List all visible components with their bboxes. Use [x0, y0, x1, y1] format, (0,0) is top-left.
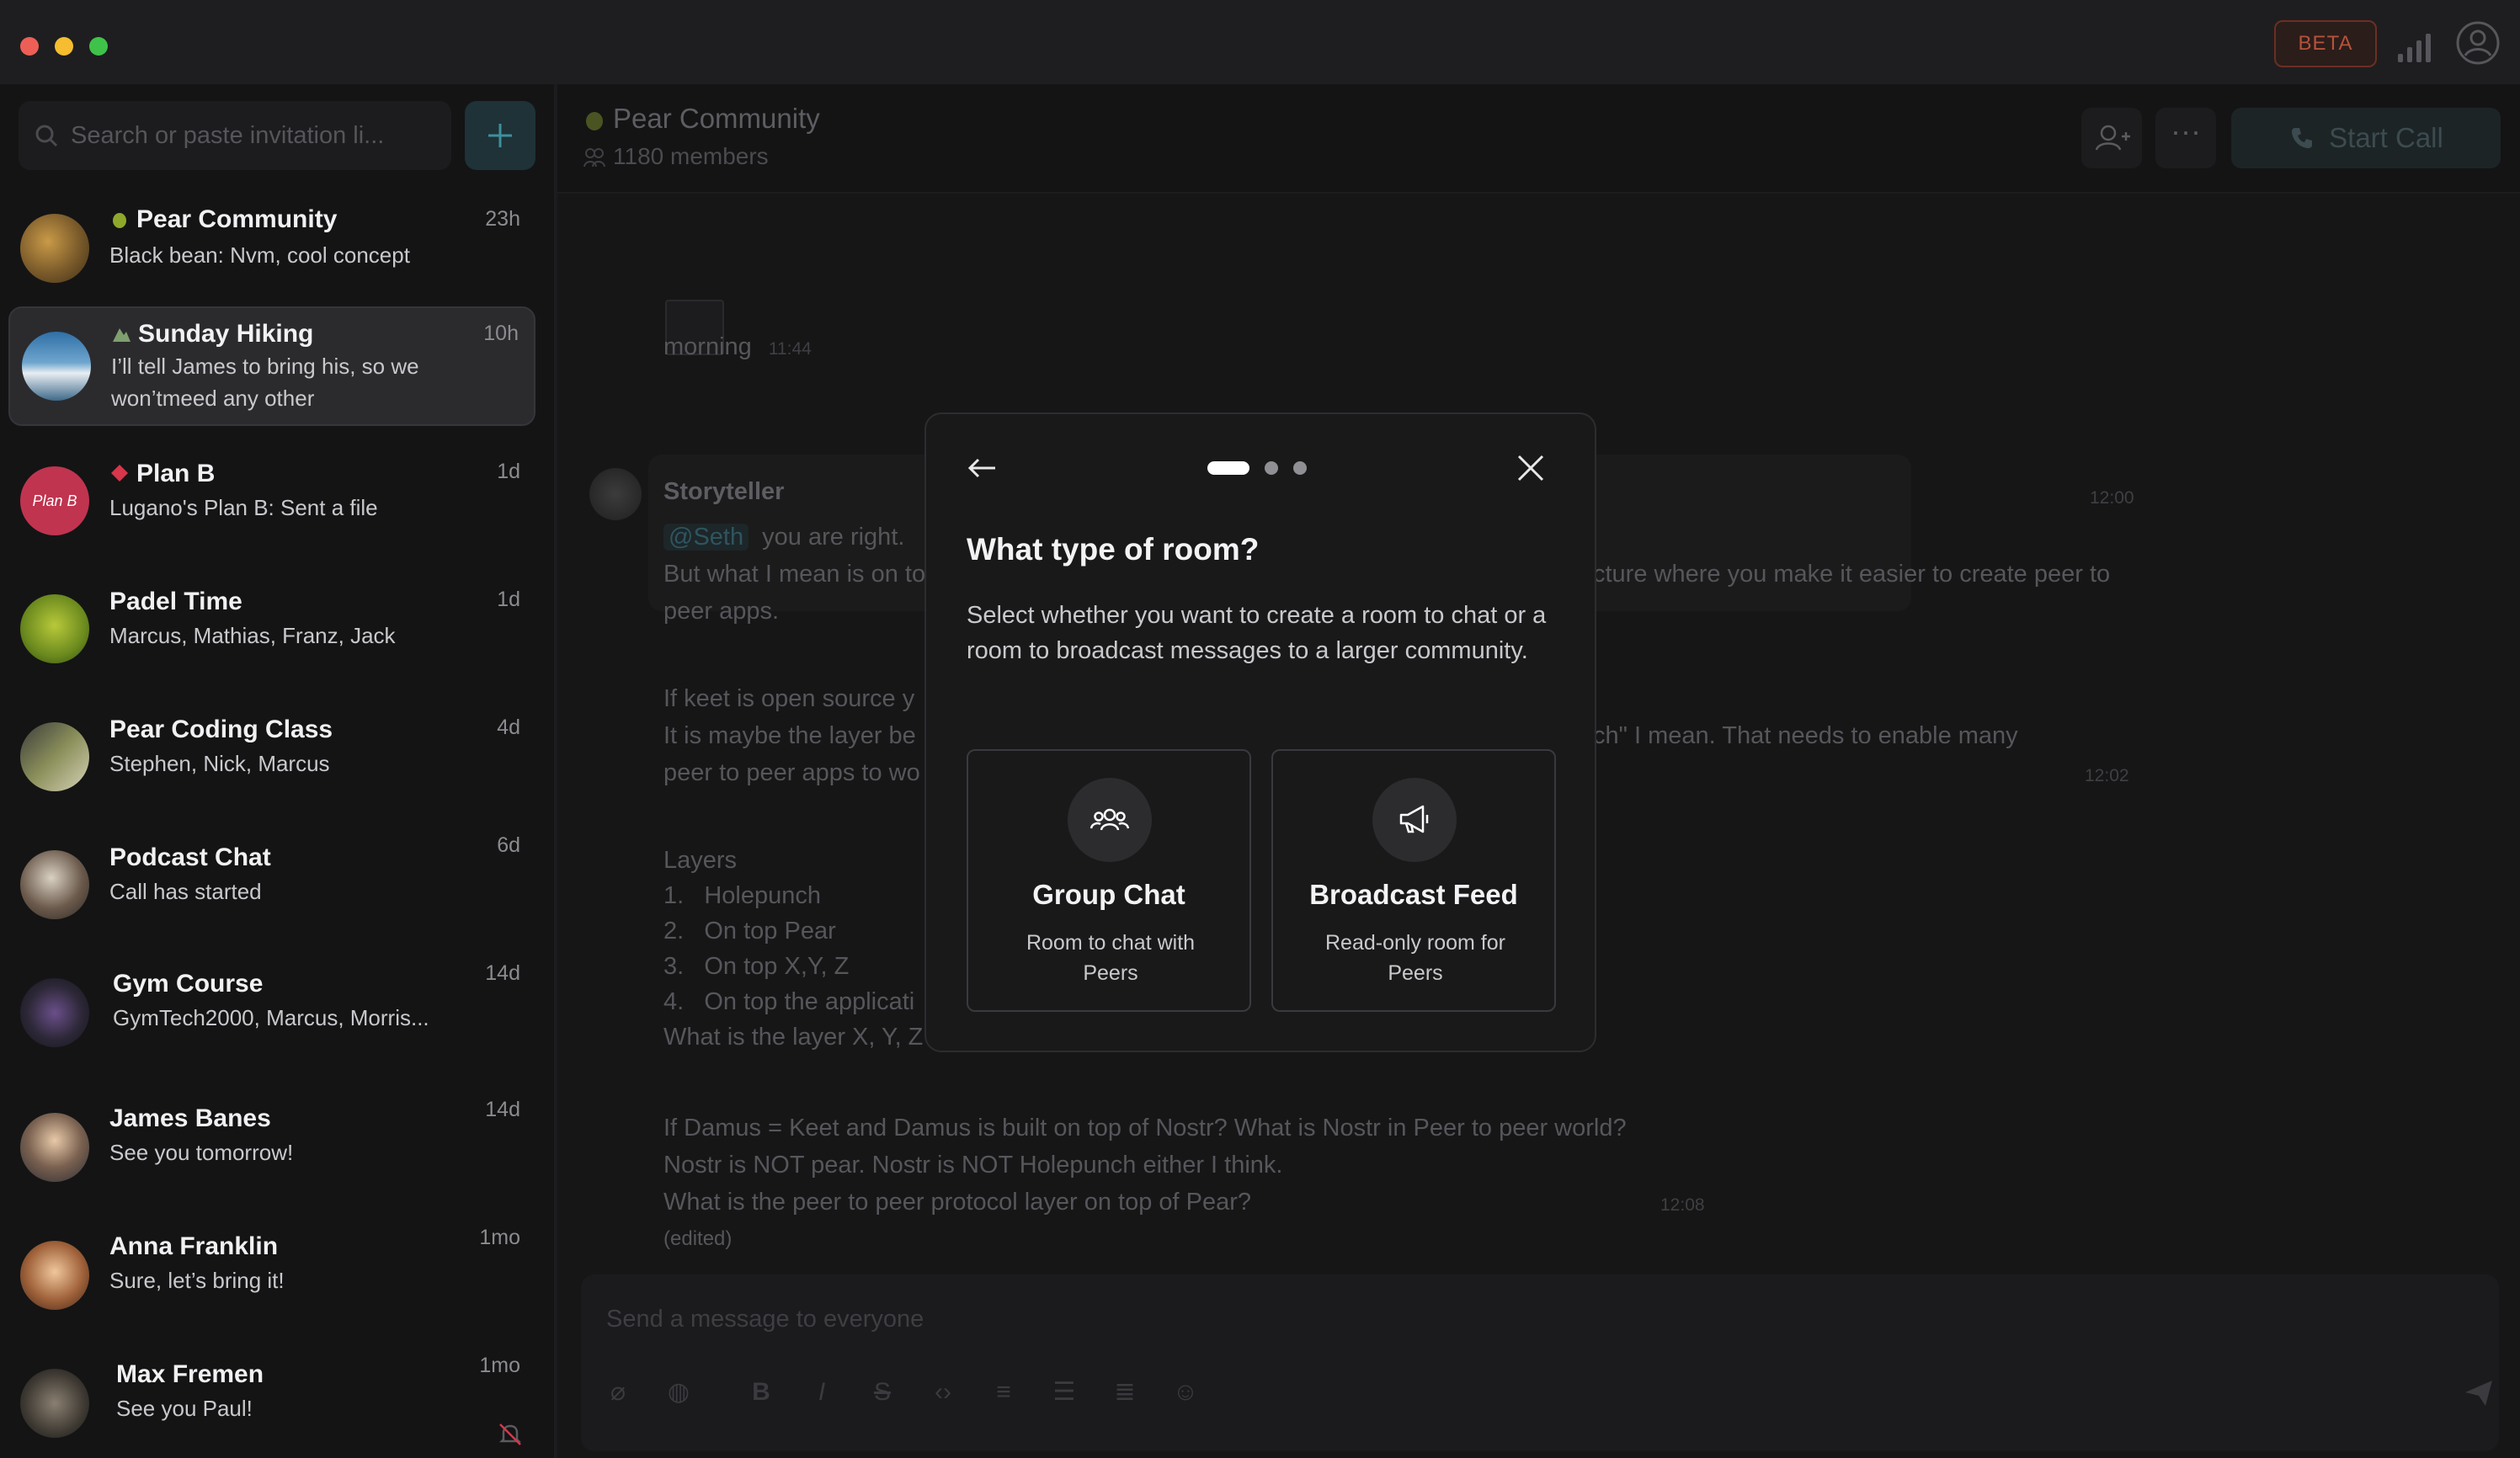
step-dot — [1265, 461, 1278, 475]
dialog-title: What type of room? — [967, 532, 1260, 567]
step-dot — [1293, 461, 1307, 475]
megaphone-icon — [1399, 805, 1429, 833]
group-icon — [1090, 808, 1130, 831]
option-description: Room to chat with Peers — [1026, 931, 1196, 985]
close-icon[interactable] — [1514, 451, 1548, 485]
step-dot-active — [1207, 461, 1249, 475]
dialog-description: Select whether you want to create a room… — [967, 602, 1547, 664]
megaphone-icon-circle — [1372, 778, 1457, 862]
option-title: Broadcast Feed — [1309, 879, 1518, 910]
room-type-dialog: What type of room? Select whether you wa… — [924, 412, 1596, 1052]
step-indicator — [1207, 461, 1307, 475]
group-chat-option[interactable]: Group Chat Room to chat with Peers — [967, 749, 1251, 1012]
option-title: Group Chat — [1032, 879, 1185, 910]
group-icon-circle — [1068, 778, 1152, 862]
broadcast-feed-option[interactable]: Broadcast Feed Read-only room for Peers — [1271, 749, 1556, 1012]
back-arrow-icon[interactable] — [965, 451, 999, 485]
option-description: Read-only room for Peers — [1325, 931, 1505, 985]
